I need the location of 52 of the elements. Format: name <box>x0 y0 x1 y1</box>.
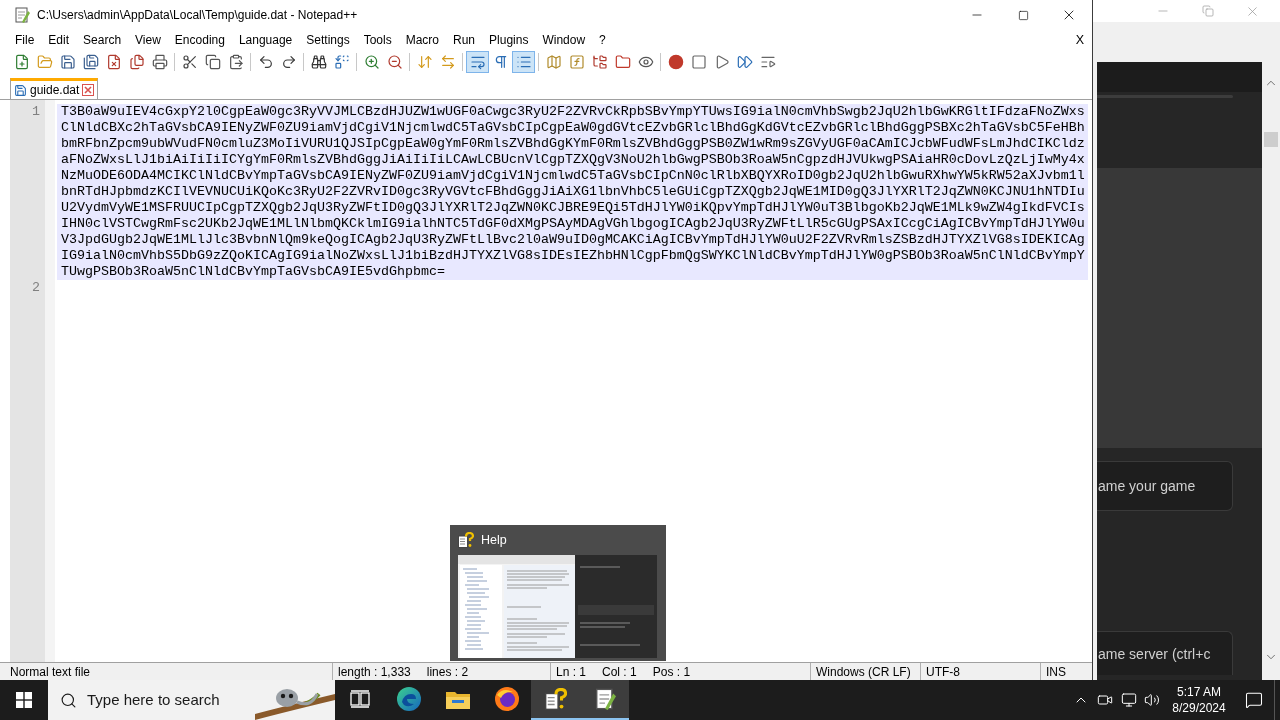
taskbar-app-button[interactable] <box>580 680 629 720</box>
windows-logo-icon[interactable] <box>16 692 32 708</box>
video-camera-icon[interactable] <box>1097 692 1113 708</box>
maximize-icon[interactable] <box>1017 9 1029 21</box>
menu-item[interactable]: Window <box>535 30 593 50</box>
taskbar-app-button[interactable] <box>531 680 580 720</box>
notepad-icon[interactable] <box>593 688 616 710</box>
tab[interactable]: guide.dat <box>10 78 99 99</box>
menu-item[interactable]: ? <box>592 30 613 50</box>
input-field[interactable]: ame your game <box>1097 461 1233 511</box>
status-text: INS <box>1046 663 1066 681</box>
folder-icon[interactable] <box>445 689 470 709</box>
menu-item[interactable]: Search <box>76 30 129 50</box>
menu-item[interactable]: Macro <box>398 30 446 50</box>
window-title: C:\Users\admin\AppData\Local\Temp\guide.dat - Notepad++ <box>37 7 358 24</box>
question-document-icon <box>458 532 474 548</box>
search-input[interactable]: Type here to search <box>87 688 247 712</box>
status-text: Windows (CR LF) <box>816 663 911 681</box>
status-text: Ln : 1 <box>556 663 587 681</box>
task-view-icon[interactable] <box>349 690 370 708</box>
menu-item[interactable]: Run <box>446 30 483 50</box>
scrollbar-thumb[interactable] <box>1264 132 1278 147</box>
taskbar-thumbnail-popup[interactable]: Help <box>450 525 666 661</box>
menu-item[interactable]: Plugins <box>482 30 536 50</box>
question-document-icon[interactable] <box>544 688 567 710</box>
preview-title: Help <box>481 531 507 549</box>
monitor-icon[interactable] <box>1120 692 1137 708</box>
menu-item[interactable]: Tools <box>356 30 399 50</box>
clock[interactable]: 5:17 AM 8/29/2024 <box>1164 680 1234 720</box>
status-text: Pos : 1 <box>652 663 691 681</box>
search-icon[interactable] <box>60 691 77 709</box>
status-text: Col : 1 <box>602 663 637 681</box>
line-number: 1 <box>32 104 40 120</box>
status-text: Normal text file <box>10 663 91 681</box>
menu-item[interactable]: View <box>128 30 168 50</box>
swirl-icon[interactable] <box>396 687 421 711</box>
orb-icon[interactable] <box>494 687 519 711</box>
status-text: lines : 2 <box>426 663 469 681</box>
notepad-icon <box>14 7 30 23</box>
close-document-button[interactable]: X <box>1073 30 1086 50</box>
status-text: length : 1,333 <box>338 663 411 681</box>
menu-item[interactable]: Encoding <box>167 30 232 50</box>
menu-item[interactable]: Language <box>231 30 300 50</box>
message-icon[interactable] <box>1245 691 1263 709</box>
speaker-icon[interactable] <box>1144 692 1160 708</box>
menu-item[interactable]: Edit <box>41 30 77 50</box>
menu-item[interactable]: File <box>8 30 42 50</box>
menu-item[interactable]: Settings <box>299 30 357 50</box>
search-bar[interactable]: Type here to search <box>48 680 335 720</box>
line-number: 2 <box>32 280 40 296</box>
input-field[interactable]: ame server (ctrl+c <box>1097 631 1233 675</box>
status-text: UTF-8 <box>926 663 960 681</box>
